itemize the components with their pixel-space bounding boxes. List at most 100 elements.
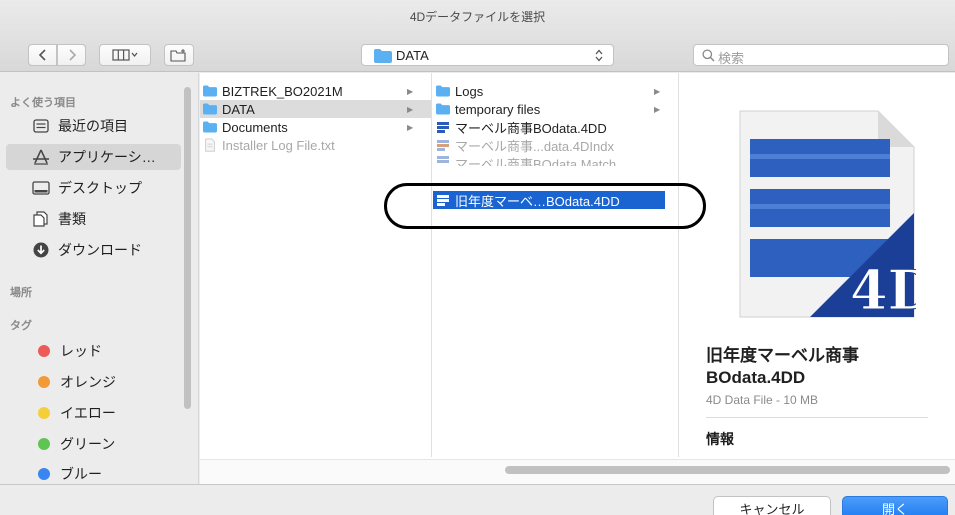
sidebar-tag-label: ブルー [60,466,102,482]
sidebar-tag-label: グリーン [60,436,116,452]
sidebar-item-label: 最近の項目 [58,118,128,134]
sidebar-item-downloads[interactable]: ダウンロード [10,237,180,263]
disclosure-arrow-icon: ▶ [654,86,661,96]
applications-icon [32,148,50,166]
chevron-left-icon [38,49,46,61]
list-item-label: Logs [455,83,484,99]
back-button[interactable] [28,44,57,66]
view-mode-button[interactable] [99,44,151,66]
browser-columns: BIZTREK_BO2021M ▶ DATA ▶ Documents ▶ Ins… [200,73,955,484]
title-bar: 4Dデータファイルを選択 DATA 検索 [0,0,955,72]
open-button[interactable]: 開く [842,496,948,515]
list-item-label: BIZTREK_BO2021M [222,83,343,99]
downloads-icon [32,241,50,259]
list-item-file[interactable]: Installer Log File.txt [200,136,431,154]
horizontal-scrollbar[interactable] [505,466,950,474]
preview-kind: 4D Data File - 10 MB [706,393,819,407]
button-bar: キャンセル 開く [0,484,955,515]
column-1: BIZTREK_BO2021M ▶ DATA ▶ Documents ▶ Ins… [200,73,432,457]
list-item-file[interactable]: マーベル商事...data.4DIndx [433,136,678,154]
search-icon [702,49,715,62]
tags-header: タグ [10,320,32,332]
list-item-label: temporary files [455,101,541,117]
text-file-icon [205,138,215,152]
sidebar-item-desktop[interactable]: デスクトップ [10,175,180,201]
search-input[interactable]: 検索 [693,44,949,66]
updown-chevron-icon [595,49,603,62]
list-item-folder[interactable]: BIZTREK_BO2021M ▶ [200,82,431,100]
list-item-label: マーベル商事...data.4DIndx [455,138,614,154]
preview-pane: 4D 旧年度マーベル商事 BOdata.4DD 4D Data File - 1… [680,73,955,457]
sidebar-tag-green[interactable]: グリーン [10,431,180,457]
new-folder-icon [170,48,186,62]
folder-icon [436,103,450,115]
favorites-header: よく使う項目 [10,97,76,109]
sidebar: よく使う項目 最近の項目 アプリケーシ… デスクトップ 書類 ダウンロード 場所… [0,73,199,484]
sidebar-tag-label: イエロー [60,405,116,421]
sidebar-item-documents[interactable]: 書類 [10,206,180,232]
window-title: 4Dデータファイルを選択 [409,10,546,24]
4d-index-file-icon [437,140,449,151]
disclosure-arrow-icon: ▶ [407,104,414,114]
divider [706,417,928,418]
folder-icon [436,85,450,97]
sidebar-item-label: アプリケーシ… [58,149,156,165]
list-item-folder[interactable]: temporary files ▶ [433,100,678,118]
list-item-folder[interactable]: Logs ▶ [433,82,678,100]
tag-yellow-dot-icon [38,407,50,419]
tag-orange-dot-icon [38,376,50,388]
chevron-right-icon [68,49,76,61]
tag-green-dot-icon [38,438,50,450]
sidebar-tag-label: レッド [60,343,102,359]
highlight-annotation-oval [384,183,706,229]
sidebar-item-applications[interactable]: アプリケーシ… [6,144,181,170]
sidebar-tag-label: オレンジ [60,374,116,390]
svg-text:4D: 4D [850,258,916,319]
list-item-label: マーベル商事BOdata.Match [455,157,617,166]
location-popup[interactable]: DATA [361,44,614,66]
4d-file-preview-icon: 4D [739,110,916,319]
list-item-label: DATA [222,101,255,117]
desktop-icon [32,179,50,197]
sidebar-item-label: ダウンロード [58,242,142,258]
preview-file-name: 旧年度マーベル商事 BOdata.4DD [706,345,946,389]
list-item-label: Installer Log File.txt [222,137,335,153]
tag-red-dot-icon [38,345,50,357]
folder-icon [203,121,217,133]
4d-data-file-icon [437,122,449,133]
location-label: DATA [396,48,429,63]
disclosure-arrow-icon: ▶ [407,86,414,96]
tag-blue-dot-icon [38,468,50,480]
recents-icon [32,117,50,135]
preview-name-line1: 旧年度マーベル商事 [706,346,859,365]
forward-button[interactable] [57,44,86,66]
list-item-file[interactable]: マーベル商事BOdata.4DD [433,118,678,136]
list-item-folder[interactable]: Documents ▶ [200,118,431,136]
sidebar-item-label: 書類 [58,211,86,227]
sidebar-item-label: デスクトップ [58,180,142,196]
list-item-file[interactable]: マーベル商事BOdata.Match [433,154,678,166]
cancel-button[interactable]: キャンセル [713,496,831,515]
documents-icon [32,210,50,228]
column-2: Logs ▶ temporary files ▶ マーベル商事BOdata.4D… [433,73,679,457]
disclosure-arrow-icon: ▶ [654,104,661,114]
4d-match-file-icon [437,156,449,163]
sidebar-scrollbar[interactable] [184,87,191,409]
list-item-label: Documents [222,119,288,135]
sidebar-tag-orange[interactable]: オレンジ [10,369,180,395]
list-item-label: マーベル商事BOdata.4DD [455,120,607,136]
folder-icon [374,49,392,63]
disclosure-arrow-icon: ▶ [407,122,414,132]
file-open-dialog: 4Dデータファイルを選択 DATA 検索 よく使う項目 最近の項目 アプリケーシ… [0,0,955,515]
sidebar-item-recents[interactable]: 最近の項目 [10,113,180,139]
preview-info-header: 情報 [706,431,734,447]
search-placeholder: 検索 [718,51,745,66]
new-folder-button[interactable] [164,44,194,66]
places-header: 場所 [10,287,32,299]
sidebar-tag-red[interactable]: レッド [10,338,180,364]
columns-view-icon [112,49,138,61]
preview-name-line2: BOdata.4DD [706,368,806,387]
folder-icon [203,103,217,115]
list-item-folder-selected[interactable]: DATA ▶ [200,100,431,118]
sidebar-tag-yellow[interactable]: イエロー [10,400,180,426]
